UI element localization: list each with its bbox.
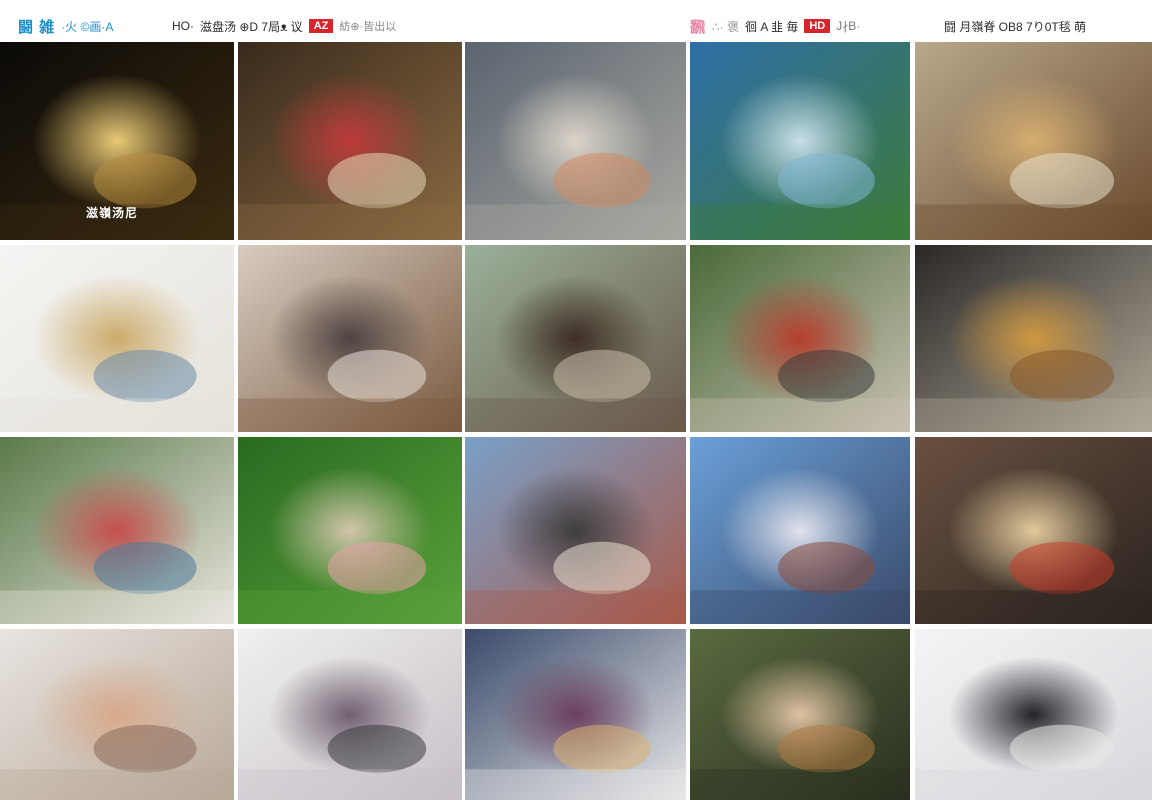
image-tile-creature-in-coat[interactable] [465,245,686,432]
thumbnail-image [465,629,686,800]
tile-caption: 滋嶺汤尼 [86,206,139,220]
image-grid: 滋嶺汤尼 [0,42,1152,800]
image-tile-mountain-lake-boat[interactable] [690,437,910,624]
thumbnail-image [915,437,1152,624]
thumbnail-image [465,437,686,624]
thumbnail-image [0,437,234,624]
thumbnail-image [690,42,910,240]
thumbnail-image [465,245,686,432]
image-tile-furry-creature-portrait[interactable] [465,42,686,240]
thumbnail-image [465,42,686,240]
brand-logo[interactable]: 闘 雑 [18,16,55,37]
thumbnail-image [0,629,234,800]
ad-logo[interactable]: 飜 [690,16,706,37]
image-tile-hands-closeup[interactable] [0,629,234,800]
ad-badge-hd[interactable]: HD [804,19,831,33]
banner-right-group[interactable]: 闘 月嶺脊 OB8 7り0T毯 萌 [944,14,1086,38]
ad-text-d: ∴· 褒 [712,19,739,34]
banner-ad-group-2[interactable]: 飜 ∴· 褒 徊 A 韭 毎 HD J∤B· [690,14,860,38]
image-tile-flower-on-grass[interactable] [238,437,462,624]
image-tile-interior-hall[interactable] [915,437,1152,624]
ad-text-f: J∤B· [836,19,861,33]
thumbnail-image [690,245,910,432]
image-tile-papers-on-table[interactable] [0,437,234,624]
thumbnail-image [915,629,1152,800]
thumbnail-image [238,42,462,240]
image-tile-feathered-sculpture[interactable] [915,629,1152,800]
thumbnail-image [915,42,1152,240]
image-tile-glass-bottles[interactable] [0,245,234,432]
image-tile-strawberry-dessert-basket[interactable] [238,42,462,240]
image-tile-book-collage[interactable] [238,629,462,800]
image-tile-city-street-scene[interactable] [465,437,686,624]
banner-left-group[interactable]: 闘 雑 ·火 ©画·A [18,14,113,38]
ad-text-b: 滋盘汤 ⊕D 7局ᴥ 议 [200,19,303,34]
top-banner: 闘 雑 ·火 ©画·A HO· 滋盘汤 ⊕D 7局ᴥ 议 AZ 紡⊕·皆出以 飜… [0,0,1152,42]
brand-subtitle: ·火 ©画·A [61,19,114,34]
image-tile-river-landscape[interactable] [690,42,910,240]
thumbnail-image [238,245,462,432]
ad-text-e: 徊 A 韭 毎 [744,19,799,34]
thumbnail-image [690,437,910,624]
ad-text-a: HO· [172,19,194,33]
image-tile-shop-display[interactable] [465,629,686,800]
image-tile-pasta-dishes[interactable] [915,245,1152,432]
thumbnail-image [0,245,234,432]
thumbnail-image [238,629,462,800]
image-tile-garden-machinery[interactable] [690,245,910,432]
banner-right-text: 闘 月嶺脊 OB8 7り0T毯 萌 [944,19,1087,34]
ad-badge[interactable]: AZ [308,19,334,33]
thumbnail-image [238,437,462,624]
ad-text-c: 紡⊕·皆出以 [339,21,397,33]
image-tile-food-spread-table[interactable] [915,42,1152,240]
image-tile-hat-wearing-figure[interactable] [238,245,462,432]
thumbnail-image [915,245,1152,432]
image-tile-glowing-wire-sculpture[interactable]: 滋嶺汤尼 [0,42,234,240]
thumbnail-image [690,629,910,800]
image-tile-woman-portrait[interactable] [690,629,910,800]
banner-ad-group-1[interactable]: HO· 滋盘汤 ⊕D 7局ᴥ 议 AZ 紡⊕·皆出以 [172,14,396,38]
